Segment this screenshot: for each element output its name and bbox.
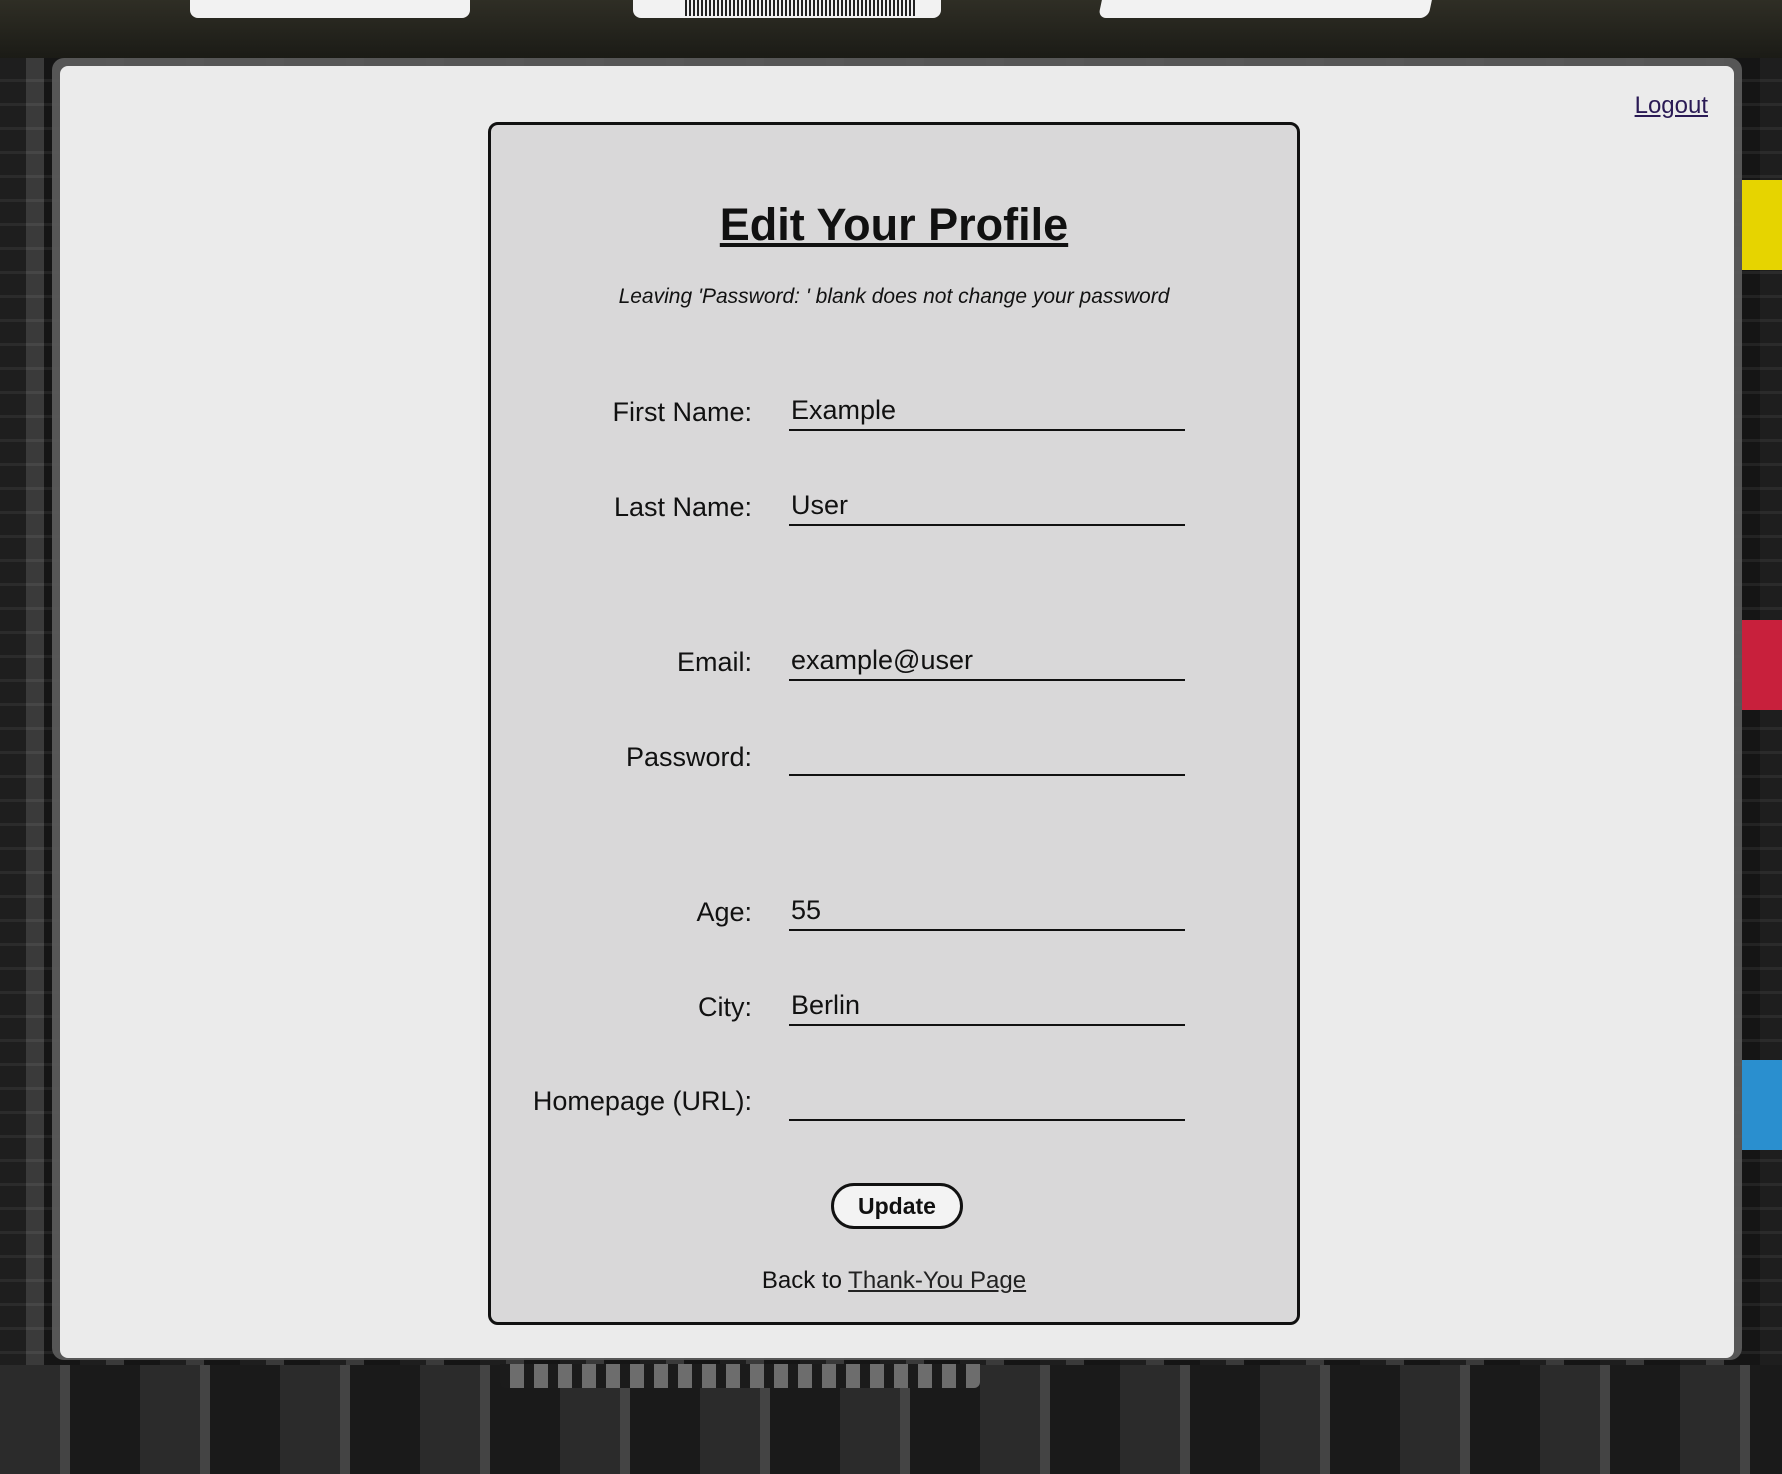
- password-label: Password:: [625, 742, 752, 772]
- city-label: City:: [698, 992, 752, 1022]
- last-name-label: Last Name:: [613, 492, 752, 522]
- age-label: Age:: [696, 897, 752, 927]
- city-input[interactable]: [789, 986, 1185, 1026]
- email-input[interactable]: [789, 641, 1185, 681]
- background-accent-cyan: [1742, 1060, 1782, 1150]
- page-title: Edit Your Profile: [719, 199, 1069, 250]
- last-name-input[interactable]: [789, 486, 1185, 526]
- background-accent-magenta: [1742, 620, 1782, 710]
- background-label: [190, 0, 470, 18]
- age-input[interactable]: [789, 891, 1185, 931]
- first-name-label: First Name:: [612, 397, 752, 427]
- background-label: [1098, 0, 1432, 18]
- logout-link[interactable]: Logout: [1635, 92, 1708, 120]
- homepage-label: Homepage (URL):: [532, 1086, 752, 1116]
- first-name-input[interactable]: [789, 391, 1185, 431]
- password-input[interactable]: [789, 736, 1185, 776]
- homepage-input[interactable]: [789, 1081, 1185, 1121]
- background-barcode: [685, 0, 915, 16]
- password-hint: Leaving 'Password: ' blank does not chan…: [618, 285, 1170, 308]
- email-label: Email:: [676, 647, 752, 677]
- edit-profile-form: Edit Your Profile Leaving 'Password: ' b…: [488, 122, 1300, 1325]
- update-button[interactable]: Update: [831, 1183, 963, 1229]
- back-navigation: Back to Thank-You Page: [491, 1267, 1297, 1295]
- thank-you-page-link[interactable]: Thank-You Page: [848, 1267, 1026, 1294]
- background-grill: [500, 1364, 980, 1388]
- background-accent-yellow: [1742, 180, 1782, 270]
- back-prefix: Back to: [761, 1267, 849, 1294]
